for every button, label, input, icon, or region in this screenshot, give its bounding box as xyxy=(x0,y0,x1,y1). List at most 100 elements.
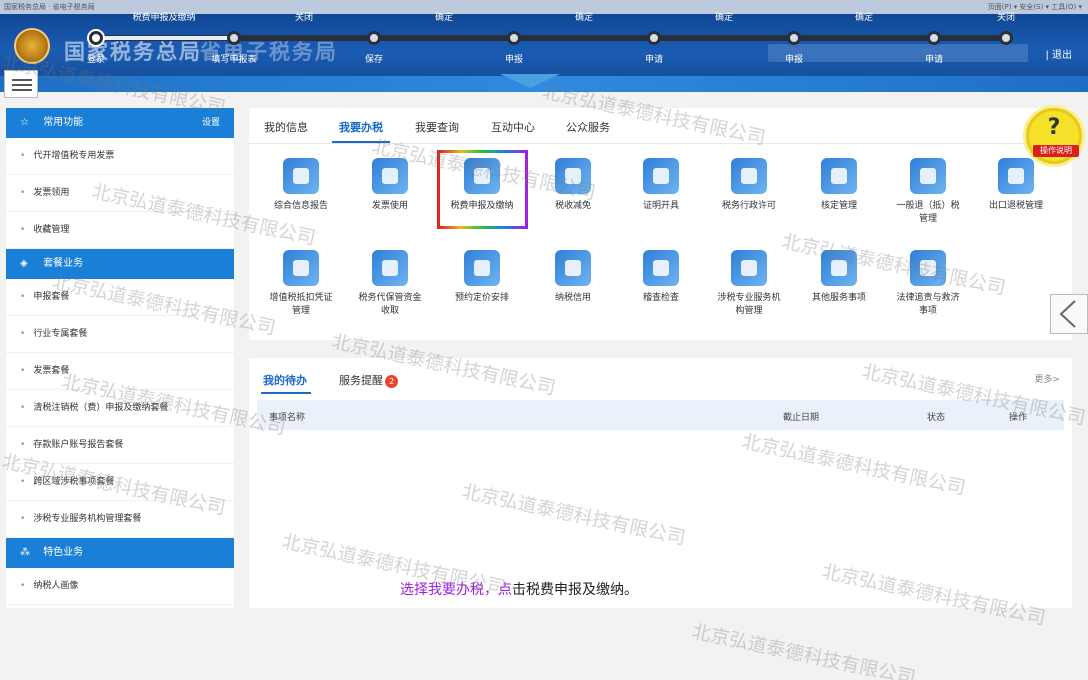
step-node xyxy=(787,31,801,45)
chevron-left-icon xyxy=(1059,300,1076,328)
grid-icon: ⁂ xyxy=(20,547,30,558)
step-progress: 税费申报及缴纳 关闭 确定 确定 确定 确定 关闭 登录 填写申报表 保存 申报 申请 申报 申请 xyxy=(0,0,1088,70)
service-tile[interactable]: 发票使用 xyxy=(345,158,435,213)
service-tile-label: 发票使用 xyxy=(371,201,408,211)
col-item-name: 事项名称 xyxy=(269,413,306,423)
sidebar-item[interactable]: 清税注销税（费）申报及缴纳套餐 xyxy=(6,390,234,427)
collapse-arrow-button[interactable] xyxy=(1050,294,1088,334)
highlight-frame xyxy=(437,150,528,229)
service-tile-label: 其他服务事项 xyxy=(811,293,866,303)
service-tile-label: 涉税专业服务机 xyxy=(717,293,781,303)
tab-public-service[interactable]: 公众服务 xyxy=(566,119,610,135)
step-node xyxy=(999,31,1013,45)
sidebar-item[interactable]: 申报套餐 xyxy=(6,279,234,316)
col-deadline: 截止日期 xyxy=(783,413,820,423)
service-tile-label: 税务行政许可 xyxy=(721,201,776,211)
instruction-caption: 选择我要办税，点击税费申报及缴纳。 xyxy=(400,579,638,599)
step-action-label: 确定 xyxy=(714,13,734,23)
service-tile[interactable]: 涉税专业服务机 构管理 xyxy=(704,250,794,318)
service-tile[interactable]: 证明开具 xyxy=(616,158,706,213)
verify-icon xyxy=(821,158,857,194)
service-tile[interactable]: 税务行政许可 xyxy=(704,158,794,213)
service-tile-label: 税务代保管资金 xyxy=(358,293,422,303)
service-tile-label-line2: 事项 xyxy=(918,306,937,316)
step-stage-label: 登录 xyxy=(86,55,106,65)
step-action-label: 税费申报及缴纳 xyxy=(132,13,196,23)
service-tile-label: 综合信息报告 xyxy=(273,201,328,211)
export-refund-icon xyxy=(998,158,1034,194)
step-action-label: 确定 xyxy=(854,13,874,23)
sidebar-item[interactable]: 代开增值税专用发票 xyxy=(6,138,234,175)
sidebar-item[interactable]: 发票套餐 xyxy=(6,353,234,390)
help-button[interactable]: ? 操作说明 xyxy=(1026,108,1082,164)
service-tile[interactable]: 核定管理 xyxy=(794,158,884,213)
watermark: 北京弘道泰德科技有限公司 xyxy=(689,620,918,680)
service-tile[interactable]: 税务代保管资金 收取 xyxy=(345,250,435,318)
service-tile-label: 出口退税管理 xyxy=(988,201,1043,211)
tab-service-reminder[interactable]: 服务提醒 2 xyxy=(339,372,398,388)
service-tile[interactable]: 法律追责与救济 事项 xyxy=(883,250,973,318)
tax-relief-icon xyxy=(555,158,591,194)
service-tile[interactable]: 综合信息报告 xyxy=(256,158,346,213)
service-tile-label: 增值税抵扣凭证 xyxy=(269,293,333,303)
caption-highlight: 选择我要办税， xyxy=(400,582,498,598)
tab-service-reminder-label: 服务提醒 xyxy=(339,374,383,387)
step-stage-label: 保存 xyxy=(364,55,384,65)
active-todo-indicator xyxy=(261,392,311,394)
service-tile-label: 预约定价安排 xyxy=(454,293,509,303)
step-node xyxy=(647,31,661,45)
service-tile[interactable]: 稽查检查 xyxy=(616,250,706,305)
sidebar-item[interactable]: 涉税专业服务机构管理套餐 xyxy=(6,501,234,538)
sidebar-section-title: 套餐业务 xyxy=(43,258,84,269)
pricing-icon xyxy=(464,250,500,286)
tab-query[interactable]: 我要查询 xyxy=(415,119,459,135)
sidebar-section-packages[interactable]: ◈ 套餐业务 xyxy=(6,249,234,279)
help-label: 操作说明 xyxy=(1033,145,1079,157)
audit-icon xyxy=(643,250,679,286)
sidebar-item[interactable]: 收藏管理 xyxy=(6,212,234,249)
menu-toggle-button[interactable] xyxy=(4,70,38,98)
sidebar-settings-link[interactable]: 设置 xyxy=(202,108,220,138)
tab-tax-handling[interactable]: 我要办税 xyxy=(339,119,383,135)
step-node xyxy=(227,31,241,45)
invoice-icon xyxy=(372,158,408,194)
other-icon xyxy=(821,250,857,286)
service-tile-label-line2: 管理 xyxy=(291,306,310,316)
sidebar-item[interactable]: 发票领用 xyxy=(6,175,234,212)
custody-icon xyxy=(372,250,408,286)
service-tile[interactable]: 增值税抵扣凭证 管理 xyxy=(256,250,346,318)
sidebar: ☆ 常用功能 设置 代开增值税专用发票 发票领用 收藏管理 ◈ 套餐业务 申报套… xyxy=(6,108,234,608)
service-tile[interactable]: 税收减免 xyxy=(528,158,618,213)
step-node xyxy=(367,31,381,45)
service-tile[interactable]: 出口退税管理 xyxy=(971,158,1061,213)
service-tile[interactable]: 纳税信用 xyxy=(528,250,618,305)
todo-table-header: 事项名称 截止日期 状态 操作 xyxy=(257,400,1064,430)
credit-icon xyxy=(555,250,591,286)
report-icon xyxy=(283,158,319,194)
service-tile[interactable]: 其他服务事项 xyxy=(794,250,884,305)
reminder-count-badge: 2 xyxy=(385,375,398,388)
service-tile-label: 证明开具 xyxy=(642,201,679,211)
step-stage-label: 申请 xyxy=(644,55,664,65)
sidebar-item[interactable]: 行业专属套餐 xyxy=(6,316,234,353)
step-stage-label: 填写申报表 xyxy=(211,55,257,65)
tab-my-todo[interactable]: 我的待办 xyxy=(263,372,307,388)
sidebar-item[interactable]: 纳税人画像 xyxy=(6,568,234,605)
sidebar-section-common[interactable]: ☆ 常用功能 设置 xyxy=(6,108,234,138)
service-tile-label-line2: 管理 xyxy=(918,214,937,224)
sidebar-section-title: 常用功能 xyxy=(43,117,84,128)
main-tabs: 我的信息 我要办税 我要查询 互动中心 公众服务 xyxy=(249,108,1072,144)
service-tile[interactable]: 预约定价安排 xyxy=(437,250,527,305)
tab-my-info[interactable]: 我的信息 xyxy=(264,119,308,135)
service-tile-label-line2: 收取 xyxy=(380,306,399,316)
star-icon: ☆ xyxy=(20,117,29,128)
service-tile-label: 税收减免 xyxy=(554,201,591,211)
tab-interaction[interactable]: 互动中心 xyxy=(491,119,535,135)
caption-text: 击税费申报及缴纳。 xyxy=(512,582,638,598)
sidebar-item[interactable]: 存款账户账号报告套餐 xyxy=(6,427,234,464)
more-link[interactable]: 更多> xyxy=(1034,372,1060,385)
sidebar-section-special[interactable]: ⁂ 特色业务 xyxy=(6,538,234,568)
sidebar-item[interactable]: 跨区域涉税事项套餐 xyxy=(6,464,234,501)
law-icon xyxy=(910,250,946,286)
service-tile[interactable]: 一般退（抵）税 管理 xyxy=(883,158,973,226)
